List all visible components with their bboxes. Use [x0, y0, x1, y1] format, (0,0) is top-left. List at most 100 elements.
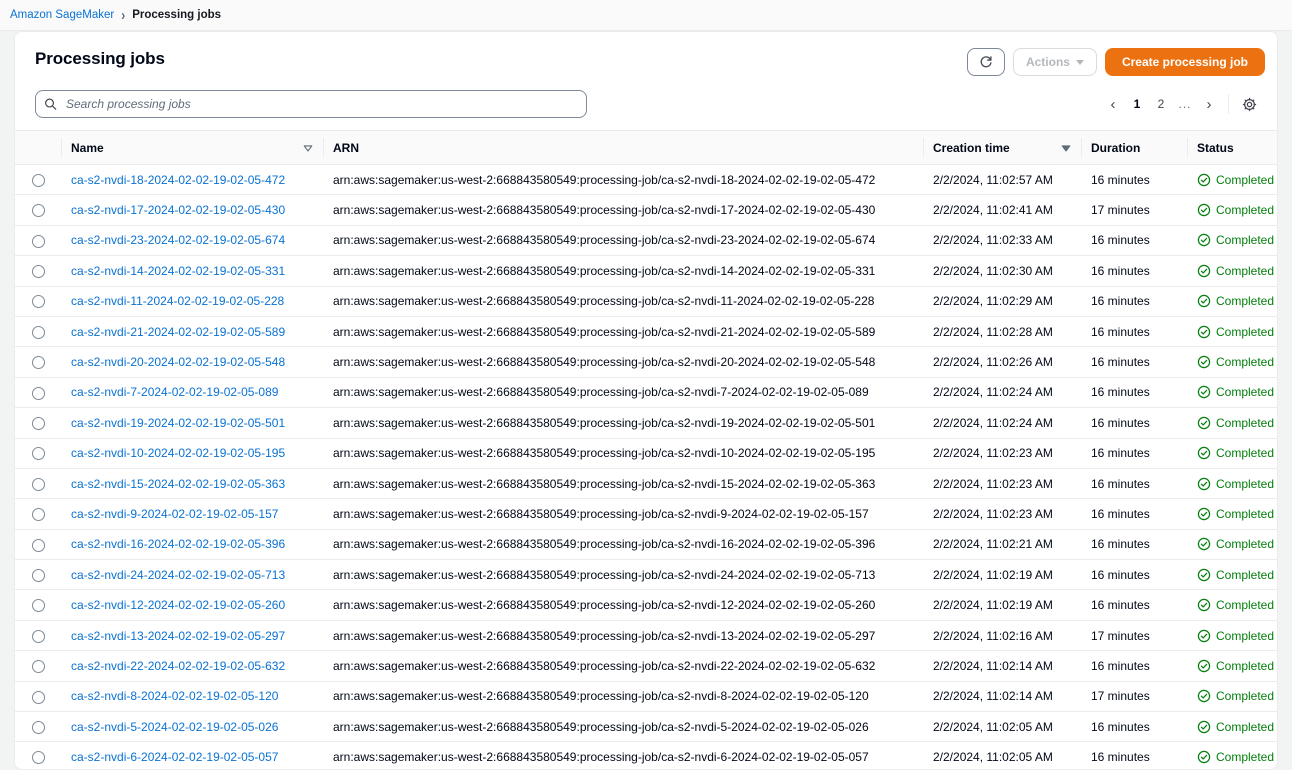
job-name-link[interactable]: ca-s2-nvdi-14-2024-02-02-19-02-05-331: [71, 264, 285, 278]
row-duration-cell: 16 minutes: [1081, 468, 1187, 500]
job-name-link[interactable]: ca-s2-nvdi-9-2024-02-02-19-02-05-157: [71, 507, 278, 521]
row-radio-button[interactable]: [31, 720, 45, 734]
row-select-cell: [15, 255, 61, 287]
row-name-cell: ca-s2-nvdi-5-2024-02-02-19-02-05-026: [61, 711, 323, 743]
row-creation-time-cell: 2/2/2024, 11:02:23 AM: [923, 468, 1081, 500]
row-status-cell: Completed: [1187, 468, 1277, 500]
job-name-link[interactable]: ca-s2-nvdi-7-2024-02-02-19-02-05-089: [71, 385, 278, 399]
row-arn-cell: arn:aws:sagemaker:us-west-2:668843580549…: [323, 255, 923, 287]
row-radio-button[interactable]: [31, 660, 45, 674]
job-name-link[interactable]: ca-s2-nvdi-16-2024-02-02-19-02-05-396: [71, 537, 285, 551]
actions-dropdown-button[interactable]: Actions: [1012, 48, 1097, 76]
status-badge: Completed: [1197, 537, 1277, 552]
row-radio-button[interactable]: [31, 477, 45, 491]
job-name-link[interactable]: ca-s2-nvdi-24-2024-02-02-19-02-05-713: [71, 568, 285, 582]
status-badge: Completed: [1197, 355, 1277, 369]
job-name-link[interactable]: ca-s2-nvdi-15-2024-02-02-19-02-05-363: [71, 477, 285, 491]
row-name-cell: ca-s2-nvdi-18-2024-02-02-19-02-05-472: [61, 164, 323, 196]
status-success-icon: [1197, 446, 1211, 460]
status-success-icon: [1197, 568, 1211, 581]
pagination-prev-button[interactable]: ‹: [1102, 92, 1124, 116]
refresh-button[interactable]: [966, 48, 1005, 76]
row-select-cell: [15, 589, 61, 621]
create-processing-job-button[interactable]: Create processing job: [1104, 48, 1265, 76]
table-row: ca-s2-nvdi-16-2024-02-02-19-02-05-396 arn…: [15, 529, 1277, 561]
row-radio-button[interactable]: [31, 386, 45, 400]
status-label: Completed: [1216, 567, 1275, 582]
column-header-status[interactable]: Status: [1187, 130, 1277, 165]
row-arn-cell: arn:aws:sagemaker:us-west-2:668843580549…: [323, 346, 923, 378]
job-name-link[interactable]: ca-s2-nvdi-22-2024-02-02-19-02-05-632: [71, 659, 285, 673]
row-radio-button[interactable]: [31, 356, 45, 370]
row-duration-cell: 16 minutes: [1081, 255, 1187, 287]
job-name-link[interactable]: ca-s2-nvdi-21-2024-02-02-19-02-05-589: [71, 325, 285, 339]
column-header-creation-time[interactable]: Creation time: [923, 130, 1081, 165]
row-radio-button[interactable]: [31, 751, 45, 765]
row-radio-button[interactable]: [31, 508, 45, 522]
row-creation-time-cell: 2/2/2024, 11:02:33 AM: [923, 225, 1081, 257]
row-radio-button[interactable]: [31, 568, 45, 582]
row-radio-button[interactable]: [31, 265, 45, 279]
row-radio-button[interactable]: [31, 204, 45, 218]
row-arn-cell: arn:aws:sagemaker:us-west-2:668843580549…: [323, 316, 923, 348]
job-name-link[interactable]: ca-s2-nvdi-20-2024-02-02-19-02-05-548: [71, 355, 285, 369]
status-label: Completed: [1216, 203, 1275, 218]
job-name-link[interactable]: ca-s2-nvdi-13-2024-02-02-19-02-05-297: [71, 629, 285, 643]
row-radio-button[interactable]: [31, 690, 45, 704]
pagination-ellipsis: ...: [1178, 97, 1192, 111]
column-header-arn-label: ARN: [333, 140, 359, 155]
table-row: ca-s2-nvdi-6-2024-02-02-19-02-05-057 arn:…: [15, 741, 1277, 769]
row-radio-button[interactable]: [31, 173, 45, 187]
job-name-link[interactable]: ca-s2-nvdi-19-2024-02-02-19-02-05-501: [71, 416, 285, 430]
table-row: ca-s2-nvdi-15-2024-02-02-19-02-05-363 arn…: [15, 468, 1277, 500]
table-header-row: Name ARN Creation time Duration Status: [15, 130, 1277, 165]
actions-dropdown-label: Actions: [1025, 55, 1070, 69]
column-header-name[interactable]: Name: [61, 130, 323, 165]
job-name-link[interactable]: ca-s2-nvdi-8-2024-02-02-19-02-05-120: [71, 689, 278, 703]
row-select-cell: [15, 164, 61, 196]
row-creation-time-cell: 2/2/2024, 11:02:29 AM: [923, 286, 1081, 317]
pagination-page-1[interactable]: 1: [1126, 92, 1148, 116]
row-arn-cell: arn:aws:sagemaker:us-west-2:668843580549…: [323, 681, 923, 713]
job-name-link[interactable]: ca-s2-nvdi-6-2024-02-02-19-02-05-057: [71, 750, 278, 764]
status-badge: Completed: [1197, 385, 1277, 399]
job-name-link[interactable]: ca-s2-nvdi-12-2024-02-02-19-02-05-260: [71, 598, 285, 612]
row-select-cell: [15, 559, 61, 591]
column-header-duration: Duration: [1081, 130, 1187, 165]
row-name-cell: ca-s2-nvdi-21-2024-02-02-19-02-05-589: [61, 316, 323, 348]
row-radio-button[interactable]: [31, 629, 45, 643]
breadcrumb-link-sagemaker[interactable]: Amazon SageMaker: [10, 9, 114, 21]
row-radio-button[interactable]: [31, 447, 45, 461]
job-name-link[interactable]: ca-s2-nvdi-17-2024-02-02-19-02-05-430: [71, 203, 285, 217]
row-select-cell: [15, 316, 61, 348]
column-header-name-label: Name: [71, 140, 104, 155]
row-name-cell: ca-s2-nvdi-8-2024-02-02-19-02-05-120: [61, 681, 323, 713]
row-select-cell: [15, 741, 61, 769]
row-duration-cell: 16 minutes: [1081, 559, 1187, 591]
status-badge: Completed: [1197, 264, 1277, 278]
job-name-link[interactable]: ca-s2-nvdi-5-2024-02-02-19-02-05-026: [71, 720, 278, 734]
row-radio-button[interactable]: [31, 599, 45, 613]
row-radio-button[interactable]: [31, 295, 45, 309]
table-preferences-button[interactable]: [1237, 92, 1261, 116]
gear-icon: [1242, 97, 1256, 111]
status-badge: Completed: [1197, 294, 1277, 308]
pagination-next-button[interactable]: ›: [1198, 92, 1220, 116]
row-name-cell: ca-s2-nvdi-14-2024-02-02-19-02-05-331: [61, 255, 323, 287]
pagination-page-2[interactable]: 2: [1150, 92, 1172, 116]
status-badge: Completed: [1197, 567, 1277, 582]
row-radio-button[interactable]: [31, 234, 45, 248]
job-name-link[interactable]: ca-s2-nvdi-18-2024-02-02-19-02-05-472: [71, 173, 285, 187]
row-arn-cell: arn:aws:sagemaker:us-west-2:668843580549…: [323, 164, 923, 196]
row-radio-button[interactable]: [31, 538, 45, 552]
processing-jobs-table: Name ARN Creation time Duration Status c…: [15, 130, 1277, 769]
status-label: Completed: [1216, 537, 1275, 552]
search-input[interactable]: [35, 90, 587, 118]
row-radio-button[interactable]: [31, 416, 45, 430]
status-label: Completed: [1216, 446, 1275, 461]
table-row: ca-s2-nvdi-9-2024-02-02-19-02-05-157 arn:…: [15, 498, 1277, 530]
job-name-link[interactable]: ca-s2-nvdi-23-2024-02-02-19-02-05-674: [71, 233, 285, 247]
job-name-link[interactable]: ca-s2-nvdi-11-2024-02-02-19-02-05-228: [71, 294, 284, 308]
row-radio-button[interactable]: [31, 325, 45, 339]
job-name-link[interactable]: ca-s2-nvdi-10-2024-02-02-19-02-05-195: [71, 446, 285, 460]
